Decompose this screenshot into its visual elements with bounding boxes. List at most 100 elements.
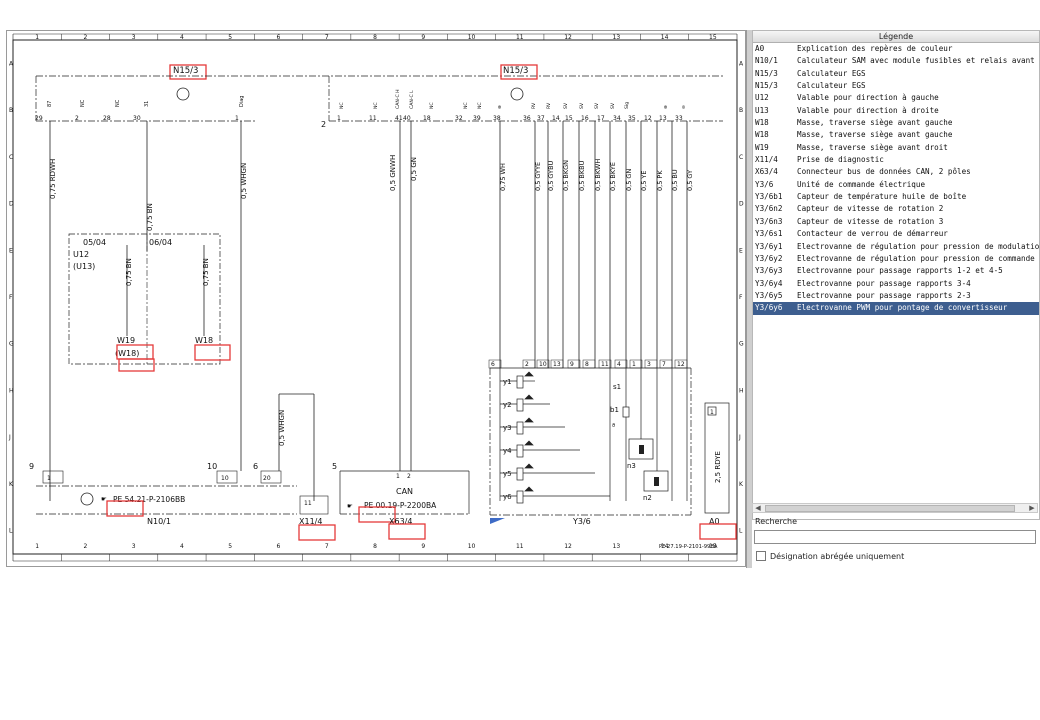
svg-text:n3: n3 — [627, 462, 636, 470]
svg-text:NC: NC — [115, 99, 121, 107]
wire-label: 0,5 GY — [686, 170, 694, 191]
pin-label: Sig — [624, 102, 630, 109]
pin-number: 16 — [581, 115, 589, 122]
pin-number: 35 — [628, 115, 636, 122]
n15-3-label-a: N15/3 — [173, 66, 198, 76]
svg-text:0,5 GNWH: 0,5 GNWH — [389, 155, 397, 191]
hand-pointer-icon: ☛ — [347, 502, 353, 510]
legend-row[interactable]: Y3/6y6 Electrovanne PWM pour pontage de c… — [753, 302, 1039, 315]
svg-text:(W18): (W18) — [115, 349, 139, 358]
column-number: 9 — [421, 543, 425, 550]
legend-row[interactable]: Y3/6y1 Electrovanne de régulation pour pr… — [753, 241, 1039, 253]
legend-row[interactable]: N15/3 Calculateur EGS — [753, 80, 1039, 92]
pin-number: 32 — [455, 115, 463, 122]
legend-row[interactable]: Y3/6n3 Capteur de vitesse de rotation 3 — [753, 216, 1039, 228]
legend-row[interactable]: W18 Masse, traverse siège avant gauche — [753, 117, 1039, 129]
search-input[interactable] — [754, 530, 1036, 544]
svg-text:1: 1 — [710, 409, 714, 416]
pin-label: NC — [463, 102, 469, 109]
scroll-left-icon[interactable]: ◀ — [753, 504, 763, 513]
scroll-thumb[interactable] — [765, 505, 1015, 512]
legend-row[interactable]: U12 Valable pour direction à gauche — [753, 92, 1039, 104]
pin-number: 6 — [491, 361, 495, 368]
legend-row[interactable]: N10/1 Calculateur SAM avec module fusible… — [753, 55, 1039, 67]
legend-row[interactable]: A0 Explication des repères de couleur — [753, 43, 1039, 55]
row-letter: J — [8, 434, 11, 441]
legend-code: X11/4 — [755, 155, 778, 165]
column-number: 8 — [373, 34, 377, 41]
column-number: 14 — [661, 34, 669, 41]
row-letter: B — [9, 107, 13, 114]
schematic-viewer[interactable]: 1 2 3 4 5 6 7 8 9 10 11 12 13 14 15 1 2 3 4 5 6 7 8 9 10 11 12 13 1… — [6, 30, 746, 567]
wiring-diagram: 1 2 3 4 5 6 7 8 9 10 11 12 13 14 15 1 2 3 4 5 6 7 8 9 10 11 12 13 1… — [8, 33, 744, 562]
legend-row[interactable]: U13 Valable pour direction à droite — [753, 105, 1039, 117]
row-letter: G — [739, 341, 744, 348]
legend-row[interactable]: Y3/6 Unité de commande électrique — [753, 179, 1039, 191]
scroll-right-icon[interactable]: ▶ — [1027, 504, 1037, 513]
svg-text:s1: s1 — [613, 383, 621, 391]
pin-label: CAN-C H — [395, 89, 401, 109]
pin-number: 40 — [403, 115, 411, 122]
legend-code: N15/3 — [755, 68, 778, 78]
pin-number: 33 — [675, 115, 683, 122]
legend-desc: Explication des repères de couleur — [797, 44, 953, 53]
legend-row[interactable]: W19 Masse, traverse siège avant droit — [753, 142, 1039, 154]
wire-label: 0,5 YE — [640, 171, 648, 191]
legend-list[interactable]: A0 Explication des repères de couleur N10/… — [753, 43, 1039, 315]
legend-code: Y3/6y6 — [755, 303, 783, 313]
legend-row[interactable]: X11/4 Prise de diagnostic — [753, 154, 1039, 166]
pin-label: SV — [610, 102, 616, 109]
legend-row[interactable]: X63/4 Connecteur bus de données CAN, 2 pô… — [753, 166, 1039, 178]
pin-label: NC — [373, 102, 379, 109]
legend-row[interactable]: Y3/6b1 Capteur de température huile de bo… — [753, 191, 1039, 203]
search-label: Recherche — [755, 517, 798, 526]
column-number: 6 — [277, 34, 281, 41]
checkbox-label: Désignation abrégée uniquement — [770, 551, 905, 561]
legend-row[interactable]: N15/3 Calculateur EGS — [753, 68, 1039, 80]
legend-row[interactable]: Y3/6y3 Electrovanne pour passage rapports… — [753, 265, 1039, 277]
column-number: 15 — [709, 34, 717, 41]
row-letter: F — [9, 294, 13, 301]
svg-text:ϑ: ϑ — [612, 423, 615, 429]
legend-row[interactable]: W18 Masse, traverse siège avant gauche — [753, 129, 1039, 141]
pin-number: 12 — [677, 361, 685, 368]
svg-text:y4: y4 — [503, 447, 512, 455]
column-number: 1 — [35, 34, 39, 41]
pin-number: 10 — [539, 361, 547, 368]
legend-row[interactable]: Y3/6n2 Capteur de vitesse de rotation 2 — [753, 203, 1039, 215]
pin-label: SV — [579, 102, 585, 109]
row-letter: A — [739, 60, 744, 67]
legend-row[interactable]: Y3/6s1 Contacteur de verrou de démarreur — [753, 228, 1039, 240]
pin-label: RV — [531, 102, 537, 109]
legend-desc: Capteur de vitesse de rotation 2 — [797, 204, 944, 214]
pin-number: 15 — [565, 115, 573, 122]
legend-row[interactable]: Y3/6y2 Electrovanne de régulation pour pr… — [753, 253, 1039, 265]
legend-row[interactable]: Y3/6y5 Electrovanne pour passage rapports… — [753, 290, 1039, 302]
legend-desc: Calculateur EGS — [797, 68, 866, 78]
legend-code: X63/4 — [755, 167, 778, 177]
solenoid-icon — [516, 444, 524, 458]
column-number: 7 — [325, 543, 329, 550]
legend-code: N10/1 — [755, 56, 778, 66]
svg-text:2: 2 — [321, 120, 326, 129]
abbreviation-checkbox[interactable]: Désignation abrégée uniquement — [756, 551, 904, 561]
pin-number: 8 — [585, 361, 589, 368]
legend-desc: Capteur de température huile de boîte — [797, 192, 967, 202]
row-letter: L — [739, 528, 743, 535]
column-number: 1 — [35, 543, 39, 550]
legend-desc: Masse, traverse siège avant gauche — [797, 130, 953, 140]
transistor-icon — [510, 87, 524, 101]
svg-text:CAN: CAN — [396, 487, 413, 496]
legend-code: Y3/6n2 — [755, 204, 783, 214]
pin-label: RV — [546, 102, 552, 109]
row-letter: K — [739, 481, 744, 488]
svg-text:29: 29 — [35, 115, 43, 122]
horizontal-scrollbar[interactable]: ◀ ▶ — [752, 503, 1038, 513]
legend-row[interactable]: Y3/6y4 Electrovanne pour passage rapports… — [753, 278, 1039, 290]
legend-code: U13 — [755, 105, 769, 115]
legend-desc: Electrovanne PWM pour pontage de convert… — [797, 303, 1008, 313]
pin-label: ⊕ — [498, 105, 503, 109]
legend-code: W18 — [755, 118, 769, 128]
legend-code: W19 — [755, 142, 769, 152]
checkbox-box[interactable] — [756, 551, 766, 561]
